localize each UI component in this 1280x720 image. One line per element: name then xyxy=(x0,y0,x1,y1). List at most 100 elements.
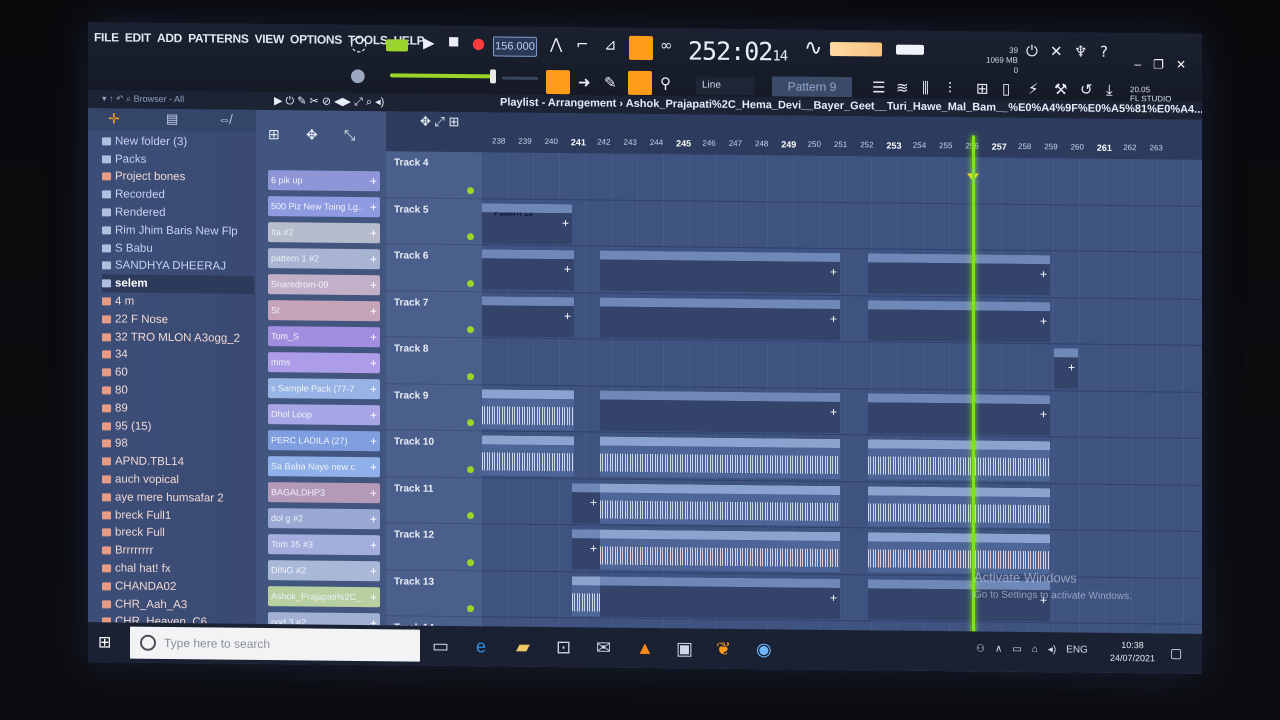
microphone-icon[interactable]: ♆ xyxy=(1074,42,1087,60)
track-header[interactable]: Track 4 xyxy=(386,151,482,199)
arrow-right-icon[interactable]: ➜ xyxy=(578,73,591,91)
pattern-clip[interactable] xyxy=(482,249,574,291)
track-header[interactable]: Track 6 xyxy=(386,244,482,292)
network-icon[interactable]: ⌂ xyxy=(1032,644,1038,655)
fl-studio-icon[interactable]: ❦ xyxy=(716,639,731,660)
browser-item[interactable]: Rendered xyxy=(102,204,254,223)
track-header[interactable]: Track 11 xyxy=(386,476,482,525)
browser-item[interactable]: breck Full1 xyxy=(102,506,254,525)
track-lane[interactable] xyxy=(482,384,1202,439)
track-header[interactable]: Track 12 xyxy=(386,523,482,571)
menu-options[interactable]: OPTIONS xyxy=(290,32,342,47)
wait-icon[interactable]: ⌐ xyxy=(576,35,589,53)
pattern-item[interactable]: Ita #2 xyxy=(268,222,380,244)
audio-clip[interactable] xyxy=(868,532,1050,575)
browser-item[interactable]: aye mere humsafar 2 xyxy=(102,488,254,507)
move-tool-icon[interactable]: ✥ ⤢ ⊞ xyxy=(420,114,459,130)
track-enable-dot[interactable] xyxy=(467,186,474,194)
track-lane[interactable] xyxy=(482,245,1202,300)
star-icon[interactable]: ✛ xyxy=(108,110,120,127)
metronome-icon[interactable]: ⋀ xyxy=(550,35,562,53)
browser-item[interactable]: CHR_Aah_A3 xyxy=(102,595,254,614)
power-icon[interactable]: ⏻ xyxy=(1026,42,1038,60)
pattern-item[interactable]: 6 pik up xyxy=(268,170,380,192)
menu-view[interactable]: VIEW xyxy=(255,32,284,46)
pattern-item[interactable]: St xyxy=(268,300,380,322)
pattern-item[interactable]: 500 Piz New Toing Lg.. xyxy=(268,196,380,218)
menu-edit[interactable]: EDIT xyxy=(125,31,151,45)
countdown-icon[interactable]: ⊿ xyxy=(604,36,617,54)
track-enable-dot[interactable] xyxy=(467,419,474,427)
track-header[interactable]: Track 10 xyxy=(386,430,482,478)
track-enable-dot[interactable] xyxy=(467,465,474,473)
help-icon[interactable]: ? xyxy=(1100,43,1108,61)
browser-item[interactable]: Brrrrrrrr xyxy=(102,542,254,561)
browser-item[interactable]: chal hat! fx xyxy=(102,559,254,578)
mixer-icon[interactable]: ✕ xyxy=(1050,42,1063,60)
audio-clip[interactable] xyxy=(482,435,574,477)
pattern-clip[interactable] xyxy=(600,390,840,433)
document-icon[interactable]: ▤ xyxy=(166,111,178,127)
pattern-item[interactable]: DING #2 xyxy=(268,560,380,582)
audio-clip[interactable] xyxy=(482,388,574,430)
mail-icon[interactable]: ✉ xyxy=(596,637,611,658)
people-icon[interactable]: ⚇ xyxy=(976,643,985,654)
browser-item[interactable]: 89 xyxy=(102,399,254,418)
start-button[interactable]: ⊞ xyxy=(98,632,111,652)
browser-item[interactable]: 34 xyxy=(102,346,254,365)
master-volume-slider[interactable] xyxy=(390,73,494,79)
track-enable-dot[interactable] xyxy=(467,605,474,613)
menu-add[interactable]: ADD xyxy=(157,31,182,45)
file-icon[interactable]: ▯ xyxy=(1002,80,1010,98)
track-enable-dot[interactable] xyxy=(467,326,474,334)
stop-icon[interactable]: ■ xyxy=(448,34,459,48)
chevron-up-icon[interactable]: ∧ xyxy=(995,644,1002,655)
browser-item[interactable]: selem xyxy=(102,274,254,295)
pattern-clip[interactable] xyxy=(482,295,574,337)
pattern-clip[interactable] xyxy=(868,253,1050,296)
audio-clip[interactable] xyxy=(572,575,600,617)
pattern-selector[interactable]: Pattern 9 xyxy=(772,76,852,98)
stamp-icon[interactable]: ⚲ xyxy=(660,74,671,92)
snap-toggle[interactable] xyxy=(546,69,570,95)
link-toggle[interactable] xyxy=(628,70,652,96)
store-icon[interactable]: ⊡ xyxy=(556,637,571,658)
channel-rack-icon[interactable]: ⫼ xyxy=(922,79,929,97)
snap-mode-select[interactable]: Line xyxy=(696,76,754,96)
browser-item[interactable]: breck Full xyxy=(102,524,254,543)
browser-item[interactable]: APND.TBL14 xyxy=(102,453,254,472)
edge-browser-icon[interactable]: e xyxy=(476,636,486,657)
nav-arrows-icon[interactable]: ▾ ↑ ↶ ⌕ xyxy=(102,93,134,103)
app-icon[interactable]: ▣ xyxy=(676,638,693,659)
pattern-item[interactable]: s Sample Pack (77-7 xyxy=(268,378,380,400)
track-enable-dot[interactable] xyxy=(467,279,474,287)
minimize-icon[interactable]: – xyxy=(1134,57,1141,71)
browser-item[interactable]: 4 m xyxy=(102,292,254,311)
menu-patterns[interactable]: PATTERNS xyxy=(188,31,249,46)
taskbar-clock[interactable]: 10:38 24/07/2021 xyxy=(1110,639,1155,665)
browser-app-icon[interactable]: ◉ xyxy=(756,639,772,660)
pattern-item[interactable]: mms xyxy=(268,352,380,374)
loop-record-icon[interactable]: ∞ xyxy=(660,36,673,54)
pattern-item[interactable]: Dhol Loop xyxy=(268,404,380,426)
track-header[interactable]: Track 7 xyxy=(386,290,482,339)
browser-item[interactable]: Rim Jhim Baris New Flp xyxy=(102,221,254,240)
track-lane[interactable] xyxy=(482,291,1202,346)
download-icon[interactable]: ⤓ xyxy=(1106,81,1113,99)
battery-icon[interactable]: ▭ xyxy=(1012,644,1021,655)
tempo-display[interactable]: 156.000 xyxy=(493,36,537,57)
tools-icon[interactable]: ⚒ xyxy=(1054,80,1067,98)
restore-icon[interactable]: ❐ xyxy=(1153,57,1164,71)
pattern-item[interactable]: BAGALDHP3 xyxy=(268,482,380,504)
menu-file[interactable]: FILE xyxy=(94,30,119,44)
volume-icon[interactable]: ◂) xyxy=(1048,644,1056,655)
master-volume-handle[interactable] xyxy=(490,69,496,84)
blend-notes-button[interactable] xyxy=(629,35,653,61)
pattern-clip[interactable] xyxy=(868,392,1050,435)
playlist-icon[interactable]: ☰ xyxy=(872,78,885,96)
browser-icon[interactable]: ⊞ xyxy=(976,79,989,97)
browser-item[interactable]: Recorded xyxy=(102,186,254,205)
close-icon[interactable]: ✕ xyxy=(1176,58,1186,72)
browser-item[interactable]: SANDHYA DHEERAJ xyxy=(102,257,254,276)
record-icon[interactable]: ● xyxy=(472,34,485,52)
